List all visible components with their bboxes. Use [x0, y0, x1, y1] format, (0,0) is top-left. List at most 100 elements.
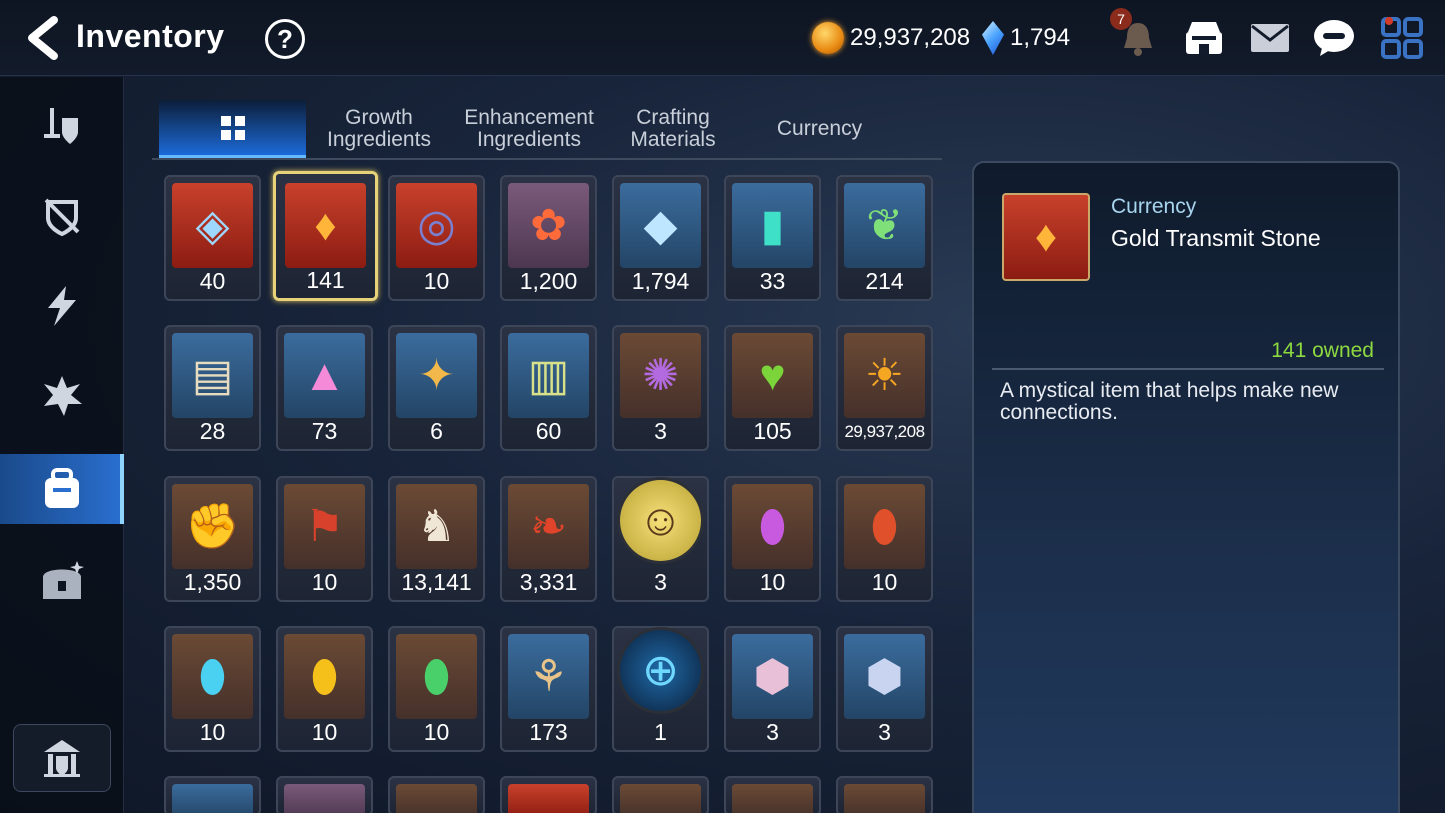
inventory-item[interactable]: ⬮ 10	[164, 626, 261, 752]
tab-growth-ingredients-label: Growth Ingredients	[327, 106, 431, 151]
inventory-item[interactable]: ☺ 3	[612, 476, 709, 602]
item-count: 29,937,208	[844, 422, 925, 441]
inventory-item[interactable]: ⬮ 10	[388, 626, 485, 752]
tab-crafting-materials-label: Crafting Materials	[630, 106, 716, 151]
sidebar	[0, 77, 124, 813]
inventory-item-partial[interactable]	[612, 776, 709, 813]
shop-button[interactable]	[1180, 14, 1228, 62]
item-count: 13,141	[401, 569, 472, 595]
inventory-item[interactable]: ❧ 3,331	[500, 476, 597, 602]
sanctuary-button[interactable]	[13, 724, 111, 792]
inventory-item[interactable]: ✊ 1,350	[164, 476, 261, 602]
circuit-orb-icon: ⊕	[617, 627, 704, 714]
item-count: 10	[423, 268, 450, 294]
mail-icon	[1251, 24, 1289, 52]
catalyst-icon	[44, 376, 82, 416]
inventory-item[interactable]: ♞ 13,141	[388, 476, 485, 602]
inventory-item-partial[interactable]	[836, 776, 933, 813]
tab-currency[interactable]: Currency	[752, 100, 887, 158]
gem-currency[interactable]: 1,794	[982, 20, 1070, 56]
inventory-item-partial[interactable]	[164, 776, 261, 813]
item-count: 105	[753, 418, 792, 444]
lightning-icon	[48, 286, 76, 326]
inventory-item[interactable]: ⚑ 10	[276, 476, 373, 602]
sidebar-item-energy[interactable]	[0, 271, 124, 341]
chat-icon	[1314, 20, 1354, 56]
item-count: 1,350	[183, 569, 242, 595]
teal-crystal-icon: ▮	[732, 183, 813, 268]
item-count: 10	[311, 719, 338, 745]
inventory-item[interactable]: ⬢ 3	[836, 626, 933, 752]
inventory-item[interactable]: ⊕ 1	[612, 626, 709, 752]
yellow-rune-icon: ⬮	[284, 634, 365, 719]
green-rune-icon: ⬮	[396, 634, 477, 719]
tab-growth-ingredients[interactable]: Growth Ingredients	[314, 100, 444, 158]
sidebar-item-inventory[interactable]	[0, 454, 124, 524]
inventory-item[interactable]: ❦ 214	[836, 175, 933, 301]
item-count: 6	[430, 418, 443, 444]
item-detail-panel: ♦ Currency Gold Transmit Stone 141 owned…	[972, 161, 1400, 813]
item-count: 214	[865, 268, 904, 294]
inventory-item[interactable]: ✿ 1,200	[500, 175, 597, 301]
item-count: 1	[654, 719, 667, 745]
gold-amount: 29,937,208	[850, 24, 971, 51]
inventory-item-partial[interactable]	[276, 776, 373, 813]
gold-currency[interactable]: 29,937,208	[812, 20, 970, 56]
back-button[interactable]	[20, 14, 64, 62]
inventory-item-selected[interactable]: ♦ 141	[273, 171, 378, 301]
eye-emblem-icon: ◈	[172, 183, 253, 268]
pink-crystal-icon: ▲	[284, 333, 365, 418]
category-tabs: Growth Ingredients Enhancement Ingredien…	[152, 100, 942, 160]
inventory-item[interactable]: ⚘ 173	[500, 626, 597, 752]
inventory-item[interactable]: ▮ 33	[724, 175, 821, 301]
inventory-item[interactable]: ▲ 73	[276, 325, 373, 451]
tab-currency-label: Currency	[776, 117, 863, 140]
chat-button[interactable]	[1310, 14, 1358, 62]
divider	[992, 368, 1384, 370]
mail-button[interactable]	[1246, 14, 1294, 62]
item-count: 10	[199, 719, 226, 745]
inventory-item-partial[interactable]	[388, 776, 485, 813]
inventory-item[interactable]: ◆ 1,794	[612, 175, 709, 301]
inventory-item[interactable]: ▥ 60	[500, 325, 597, 451]
inventory-item[interactable]: ◎ 10	[388, 175, 485, 301]
pink-gift-box-icon: ⬢	[732, 634, 813, 719]
inventory-item[interactable]: ✺ 3	[612, 325, 709, 451]
inventory-item-partial[interactable]	[724, 776, 821, 813]
item-count: 10	[423, 719, 450, 745]
gold-coin-icon: ☀	[844, 333, 925, 418]
inventory-item[interactable]: ⬮ 10	[276, 626, 373, 752]
help-button[interactable]: ?	[265, 19, 305, 59]
bookmark-card-icon: ▤	[172, 333, 253, 418]
inventory-item[interactable]: ⬮ 10	[724, 476, 821, 602]
shop-icon	[1186, 22, 1222, 54]
inventory-item[interactable]: ⬮ 10	[836, 476, 933, 602]
inventory-item[interactable]: ⬢ 3	[724, 626, 821, 752]
inventory-item[interactable]: ♥ 105	[724, 325, 821, 451]
tab-enhancement-ingredients[interactable]: Enhancement Ingredients	[454, 100, 604, 158]
inventory-item-partial[interactable]	[500, 776, 597, 813]
tab-all[interactable]	[159, 100, 306, 158]
item-count: 10	[311, 569, 338, 595]
inventory-item[interactable]: ✦ 6	[388, 325, 485, 451]
back-arrow-icon	[28, 16, 58, 60]
dark-gem-icon	[844, 784, 925, 813]
ginseng-root-icon: ⚘	[508, 634, 589, 719]
grid-icon	[220, 115, 245, 140]
tab-crafting-materials[interactable]: Crafting Materials	[614, 100, 732, 158]
inventory-item[interactable]: ▤ 28	[164, 325, 261, 451]
notification-count: 7	[1110, 8, 1132, 30]
menu-button[interactable]	[1378, 14, 1426, 62]
sidebar-item-equipment[interactable]	[0, 91, 124, 161]
purple-seal-icon: ✺	[620, 333, 701, 418]
notifications-button[interactable]: 7	[1110, 8, 1162, 62]
sidebar-item-chests[interactable]	[0, 547, 124, 617]
item-count: 1,794	[631, 268, 690, 294]
flower-ring-icon: ✿	[508, 183, 589, 268]
inventory-item[interactable]: ☀ 29,937,208	[836, 325, 933, 451]
summon-card-icon: ▥	[508, 333, 589, 418]
sidebar-item-catalysts[interactable]	[0, 361, 124, 431]
item-count: 3	[654, 418, 667, 444]
inventory-item[interactable]: ◈ 40	[164, 175, 261, 301]
sidebar-item-artifacts[interactable]	[0, 181, 124, 251]
